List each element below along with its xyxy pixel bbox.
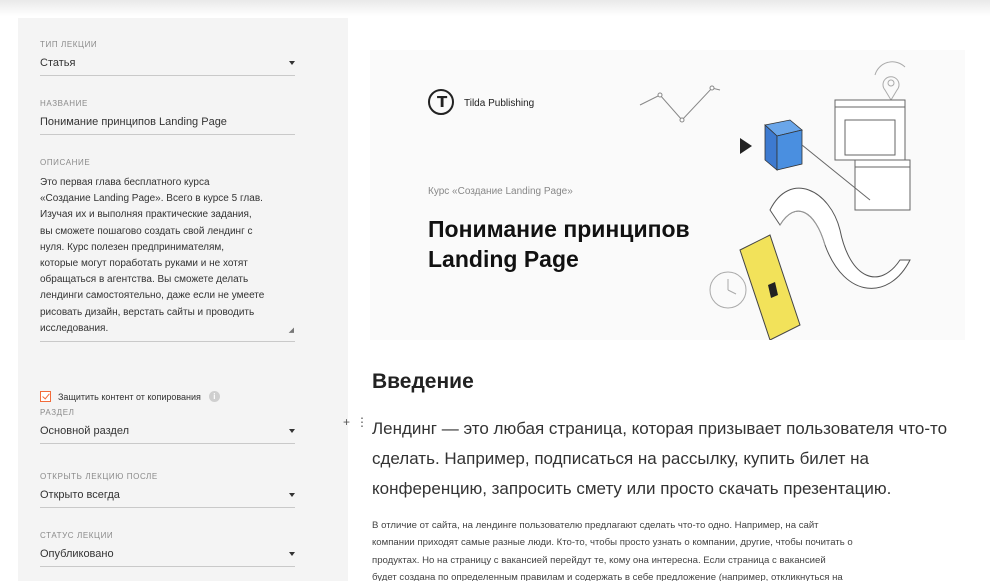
section-value[interactable]: Основной раздел (40, 425, 295, 444)
block-tools: + ⋮ (343, 415, 374, 429)
lecture-type-text: Статья (40, 57, 76, 69)
lecture-type-select[interactable]: ТИП ЛЕКЦИИ Статья (40, 40, 295, 76)
app-window: ТИП ЛЕКЦИИ Статья НАЗВАНИЕ Понимание при… (0, 0, 990, 581)
info-icon[interactable]: i (208, 391, 220, 402)
title-input[interactable]: Понимание принципов Landing Page (40, 116, 295, 135)
location-pin-icon (874, 61, 906, 101)
status-value[interactable]: Опубликовано (40, 548, 295, 567)
description-textarea[interactable]: Это первая глава бесплатного курса «Созд… (40, 175, 295, 343)
title-label: НАЗВАНИЕ (40, 99, 88, 108)
body-line: В отличие от сайта, на лендинге пользова… (372, 520, 819, 531)
description-line: вы сможете пошагово создать свой лендинг… (40, 225, 253, 237)
status-label: СТАТУС ЛЕКЦИИ (40, 531, 114, 540)
description-line: «Создание Landing Page». Всего в курсе 5… (40, 193, 263, 205)
body-line: компании приходят самые разные люди. Кто… (372, 537, 853, 549)
description-line: Это первая глава бесплатного курса (40, 177, 210, 188)
open-after-label: ОТКРЫТЬ ЛЕКЦИЮ ПОСЛЕ (40, 472, 158, 481)
cover-block[interactable]: T Tilda Publishing Курс «Создание Landin… (370, 50, 965, 340)
cover-illustration (639, 61, 911, 340)
chevron-down-icon[interactable] (289, 552, 295, 556)
open-after-value[interactable]: Открыто всегда (40, 489, 295, 508)
section-text: Основной раздел (40, 425, 129, 437)
lecture-type-label: ТИП ЛЕКЦИИ (40, 40, 98, 49)
description-line: нуля. Курс полезен предпринимателям, (40, 241, 225, 253)
section-label: РАЗДЕЛ (40, 408, 75, 417)
description-label: ОПИСАНИЕ (40, 158, 91, 167)
lead-line: Лендинг — это любая страница, которая пр… (372, 419, 948, 438)
top-shadow (0, 0, 990, 16)
description-line: лендинги самостоятельно, даже если не ум… (40, 290, 265, 302)
lecture-settings-panel: ТИП ЛЕКЦИИ Статья НАЗВАНИЕ Понимание при… (18, 18, 348, 581)
lecture-type-value[interactable]: Статья (40, 57, 295, 76)
description-field[interactable]: ОПИСАНИЕ Это первая глава бесплатного ку… (40, 158, 295, 343)
description-line: которые могут поработать руками и не хот… (40, 258, 248, 270)
clock-icon (709, 271, 747, 309)
description-line: обращаться в агентства. Вы сможете делат… (40, 274, 249, 286)
lead-paragraph[interactable]: Лендинг — это любая страница, которая пр… (372, 414, 972, 504)
description-line: Изучая их и выполняя практические задани… (40, 209, 252, 221)
description-line: исследования. (40, 322, 109, 334)
resize-handle-icon[interactable]: ◢ (289, 323, 294, 339)
section-select[interactable]: РАЗДЕЛ Основной раздел (40, 408, 295, 444)
chevron-down-icon[interactable] (289, 493, 295, 497)
protect-copy-option[interactable]: Защитить контент от копирования i (40, 391, 220, 402)
open-after-text: Открыто всегда (40, 489, 120, 501)
drag-handle-icon[interactable]: ⋮ (356, 415, 368, 429)
description-line: рисовать дизайн, верстать сайты и провод… (40, 306, 255, 318)
status-select[interactable]: СТАТУС ЛЕКЦИИ Опубликовано (40, 531, 295, 567)
lead-line: конференцию, запросить смету или просто … (372, 479, 892, 498)
chevron-down-icon[interactable] (289, 61, 295, 65)
add-block-icon[interactable]: + (343, 415, 350, 429)
body-paragraph[interactable]: В отличие от сайта, на лендинге пользова… (372, 517, 972, 581)
chevron-down-icon[interactable] (289, 429, 295, 433)
section-heading: Введение (372, 370, 474, 393)
body-line: продуктах. Но на страницу с вакансией пе… (372, 554, 826, 566)
lead-line: сделать. Например, подписаться на рассыл… (372, 449, 869, 468)
body-line: будет создана по определенным правилам и… (372, 571, 843, 581)
cover-subtitle: Курс «Создание Landing Page» (428, 186, 573, 197)
protect-copy-label: Защитить контент от копирования (58, 391, 201, 402)
status-text: Опубликовано (40, 548, 114, 560)
open-after-select[interactable]: ОТКРЫТЬ ЛЕКЦИЮ ПОСЛЕ Открыто всегда (40, 472, 295, 508)
title-field[interactable]: НАЗВАНИЕ Понимание принципов Landing Pag… (40, 99, 295, 135)
logo-text: Tilda Publishing (464, 98, 535, 109)
protect-copy-checkbox[interactable] (40, 391, 51, 402)
tilda-logo-icon: T (428, 89, 454, 115)
